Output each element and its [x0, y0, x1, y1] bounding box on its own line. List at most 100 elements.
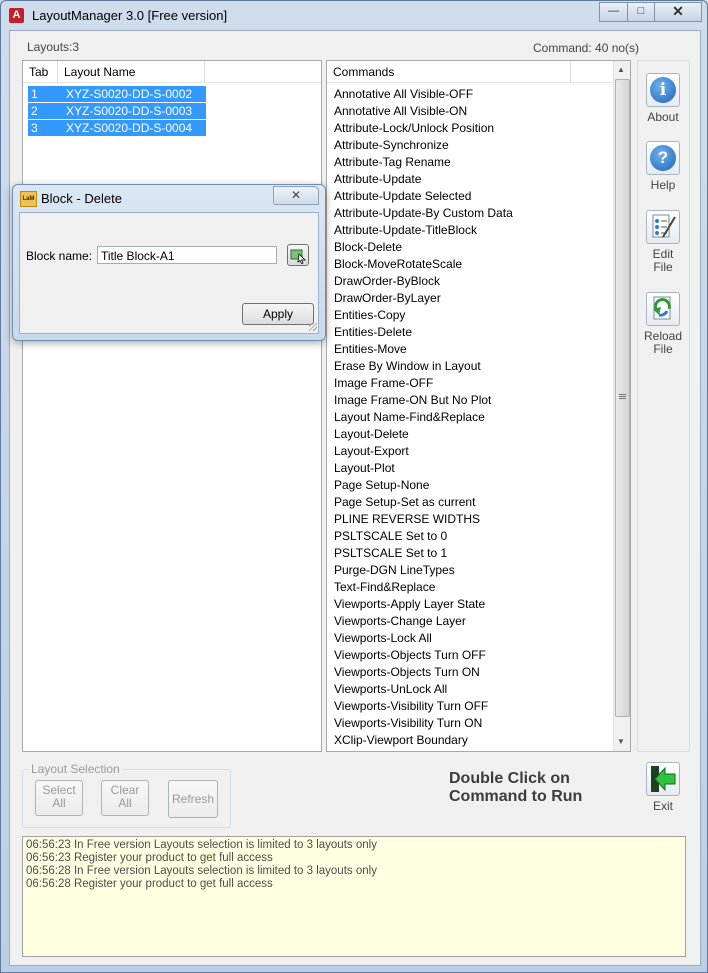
log-lines: 06:56:23 In Free version Layouts selecti… — [23, 837, 685, 891]
command-item[interactable]: Block-Delete — [334, 239, 513, 256]
command-item[interactable]: Attribute-Update-By Custom Data — [334, 205, 513, 222]
column-header-tab[interactable]: Tab — [23, 61, 58, 83]
grip-icon — [619, 394, 626, 395]
row-layout-name: XYZ-S0020-DD-S-0003 — [66, 104, 193, 118]
command-item[interactable]: Attribute-Tag Rename — [334, 154, 513, 171]
column-header-commands[interactable]: Commands — [327, 61, 571, 83]
command-item[interactable]: DrawOrder-ByLayer — [334, 290, 513, 307]
table-row[interactable]: 1 XYZ-S0020-DD-S-0002 — [28, 86, 206, 102]
commands-scrollbar[interactable]: ▲ ▼ — [613, 61, 630, 751]
command-item[interactable]: DrawOrder-ByBlock — [334, 273, 513, 290]
block-name-label: Block name: — [26, 249, 93, 263]
command-item[interactable]: Viewports-Objects Turn OFF — [334, 647, 513, 664]
command-item[interactable]: Viewports-Objects Turn ON — [334, 664, 513, 681]
reload-file-label-line2: File — [653, 342, 673, 356]
table-row[interactable]: 2 XYZ-S0020-DD-S-0003 — [28, 103, 206, 119]
command-item[interactable]: Attribute-Update Selected — [334, 188, 513, 205]
column-header-layout-name[interactable]: Layout Name — [58, 61, 205, 83]
edit-file-icon — [646, 210, 680, 244]
layout-selection-group: Layout Selection Select All Clear All Re… — [22, 762, 231, 828]
close-icon[interactable]: ✕ — [273, 186, 319, 205]
command-count: Command: 40 no(s) — [533, 41, 640, 55]
reload-file-label: Reload File — [638, 330, 688, 356]
command-item[interactable]: Viewports-UnLock All — [334, 681, 513, 698]
layouts-table[interactable]: Tab Layout Name 1 XYZ-S0020-DD-S-0002 2 … — [22, 60, 322, 752]
main-window: A LayoutManager 3.0 [Free version] — □ ✕… — [0, 0, 708, 973]
command-item[interactable]: Image Frame-ON But No Plot — [334, 392, 513, 409]
log-line: 06:56:23 In Free version Layouts selecti… — [26, 839, 377, 851]
command-item[interactable]: Attribute-Synchronize — [334, 137, 513, 154]
commands-list[interactable]: Commands Annotative All Visible-OFF Annot… — [326, 60, 631, 752]
command-item[interactable]: Viewports-Change Layer — [334, 613, 513, 630]
block-name-input[interactable]: Title Block-A1 — [97, 246, 277, 264]
select-all-button[interactable]: Select All — [35, 780, 83, 816]
about-button[interactable]: i About — [638, 73, 688, 124]
command-item[interactable]: Block-MoveRotateScale — [334, 256, 513, 273]
maximize-button[interactable]: □ — [627, 2, 655, 22]
command-item[interactable]: Attribute-Lock/Unlock Position — [334, 120, 513, 137]
exit-label: Exit — [652, 799, 673, 813]
row-tab: 1 — [31, 87, 38, 101]
apply-button[interactable]: Apply — [242, 303, 314, 325]
info-icon: i — [646, 73, 680, 107]
command-item[interactable]: Layout-Delete — [334, 426, 513, 443]
scroll-thumb[interactable] — [615, 79, 630, 717]
layout-selection-label: Layout Selection — [29, 762, 122, 776]
hint-line1: Double Click on — [449, 770, 570, 787]
reload-file-button[interactable]: Reload File — [638, 292, 688, 356]
resize-grip-icon[interactable] — [309, 323, 317, 331]
command-item[interactable]: Attribute-Update-TitleBlock — [334, 222, 513, 239]
scroll-up-arrow-icon[interactable]: ▲ — [617, 65, 625, 74]
table-row[interactable]: 3 XYZ-S0020-DD-S-0004 — [28, 120, 206, 136]
refresh-button[interactable]: Refresh — [168, 780, 218, 818]
command-item[interactable]: PSLTSCALE Set to 0 — [334, 528, 513, 545]
log-panel[interactable]: 06:56:23 In Free version Layouts selecti… — [22, 836, 686, 957]
command-item[interactable]: PSLTSCALE Set to 1 — [334, 545, 513, 562]
help-button[interactable]: ? Help — [638, 141, 688, 192]
block-delete-dialog[interactable]: LaM Block - Delete ✕ Block name: Title B… — [12, 184, 326, 341]
command-item[interactable]: Viewports-Lock All — [334, 630, 513, 647]
log-line: 06:56:28 Register your product to get fu… — [26, 878, 273, 890]
command-item[interactable]: Page Setup-None — [334, 477, 513, 494]
command-item[interactable]: Viewports-Visibility Turn ON — [334, 715, 513, 732]
dialog-title: Block - Delete — [41, 191, 122, 206]
command-item[interactable]: Annotative All Visible-OFF — [334, 86, 513, 103]
clear-all-button[interactable]: Clear All — [101, 780, 149, 816]
command-item[interactable]: Erase By Window in Layout — [334, 358, 513, 375]
command-item[interactable]: Image Frame-OFF — [334, 375, 513, 392]
column-header-blank — [205, 61, 321, 83]
command-item[interactable]: Page Setup-Set as current — [334, 494, 513, 511]
command-item[interactable]: Viewports-Apply Layer State — [334, 596, 513, 613]
hint-line2: Command to Run — [449, 788, 583, 805]
command-item[interactable]: Layout-Export — [334, 443, 513, 460]
edit-file-button[interactable]: Edit File — [638, 210, 688, 274]
client-area: Layouts:3 Command: 40 no(s) Tab Layout N… — [9, 30, 701, 966]
command-item[interactable]: Layout Name-Find&Replace — [334, 409, 513, 426]
about-label: About — [647, 110, 679, 124]
command-item[interactable]: Entities-Copy — [334, 307, 513, 324]
minimize-button[interactable]: — — [599, 2, 628, 22]
title-bar[interactable]: A LayoutManager 3.0 [Free version] — □ ✕ — [1, 1, 707, 31]
command-item[interactable]: Text-Find&Replace — [334, 579, 513, 596]
command-item[interactable]: Entities-Delete — [334, 324, 513, 341]
row-layout-name: XYZ-S0020-DD-S-0004 — [66, 121, 193, 135]
command-item[interactable]: Attribute-Update — [334, 171, 513, 188]
exit-button[interactable]: Exit — [638, 762, 688, 813]
scroll-down-arrow-icon[interactable]: ▼ — [617, 737, 625, 746]
command-item[interactable]: Layout-Plot — [334, 460, 513, 477]
row-tab: 2 — [31, 104, 38, 118]
exit-arrow-icon — [646, 762, 680, 796]
command-item[interactable]: Purge-DGN LineTypes — [334, 562, 513, 579]
command-item[interactable]: Entities-Move — [334, 341, 513, 358]
pick-block-button[interactable] — [287, 244, 309, 266]
layouts-count: Layouts:3 — [27, 40, 80, 54]
command-item[interactable]: Annotative All Visible-ON — [334, 103, 513, 120]
window-title: LayoutManager 3.0 [Free version] — [32, 8, 228, 23]
close-window-button[interactable]: ✕ — [654, 2, 702, 22]
pick-block-icon — [290, 249, 306, 264]
command-item[interactable]: PLINE REVERSE WIDTHS — [334, 511, 513, 528]
help-icon: ? — [646, 141, 680, 175]
command-item[interactable]: XClip-Viewport Boundary — [334, 732, 513, 749]
command-item[interactable]: Viewports-Visibility Turn OFF — [334, 698, 513, 715]
log-line: 06:56:23 Register your product to get fu… — [26, 852, 273, 864]
